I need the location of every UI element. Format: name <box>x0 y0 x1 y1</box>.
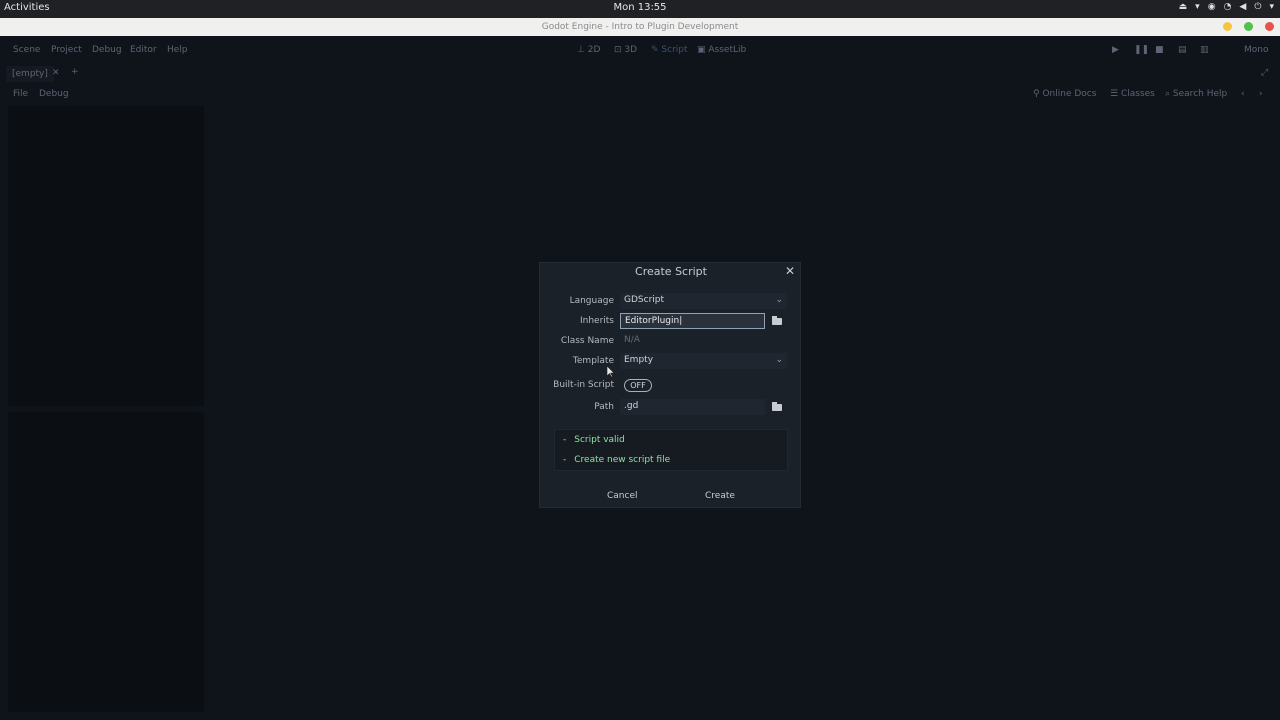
folder-icon[interactable] <box>771 402 783 412</box>
path-input[interactable]: .gd <box>620 399 765 415</box>
link-icon: ⚲ <box>1033 89 1040 99</box>
mono-button[interactable]: Mono <box>1244 45 1268 55</box>
text-caret: | <box>679 316 683 326</box>
classes-button[interactable]: ☰ Classes <box>1110 89 1155 99</box>
menu-bar: Scene Project Debug Editor Help ⊥ 2D ⊡ 3… <box>0 36 1280 64</box>
scene-tab-empty[interactable]: [empty] <box>6 66 54 82</box>
inherits-input[interactable]: EditorPlugin| <box>620 313 765 329</box>
window-title: Godot Engine - Intro to Plugin Developme… <box>541 22 739 32</box>
method-list-panel <box>8 412 204 712</box>
eject-icon[interactable]: ⏏ <box>1179 2 1188 12</box>
volume-icon[interactable]: ◀ <box>1239 2 1246 12</box>
play-scene-icon[interactable]: ▤ <box>1178 45 1187 55</box>
chevron-down-icon: ⌄ <box>775 355 783 365</box>
minimize-button[interactable] <box>1223 22 1232 31</box>
online-docs-button[interactable]: ⚲ Online Docs <box>1033 89 1096 99</box>
class-name-label: Class Name <box>560 336 614 346</box>
status-panel: - Script valid - Create new script file <box>554 429 788 471</box>
history-back-icon[interactable]: ‹ <box>1241 89 1245 99</box>
power-icon[interactable]: ⏻ <box>1254 2 1261 12</box>
script-icon: ✎ <box>651 45 659 55</box>
chevron-down-icon[interactable]: ▾ <box>1269 2 1274 12</box>
path-label: Path <box>594 402 614 412</box>
system-tray: ⏏ ▾ ◉ ◔ ◀ ⏻ ▾ <box>1179 2 1274 12</box>
play-icon[interactable]: ▶ <box>1112 45 1119 55</box>
workspace-assetlib[interactable]: ▣ AssetLib <box>697 45 746 55</box>
script-list-panel <box>8 106 204 406</box>
chrome-icon[interactable]: ◉ <box>1208 2 1216 12</box>
add-tab-icon[interactable]: + <box>71 67 79 77</box>
system-top-bar: Activities Mon 13:55 ⏏ ▾ ◉ ◔ ◀ ⏻ ▾ <box>0 0 1280 18</box>
close-icon[interactable]: ✕ <box>52 68 60 78</box>
menu-help[interactable]: Help <box>167 45 188 55</box>
language-select[interactable]: GDScript ⌄ <box>620 293 787 309</box>
folder-icon[interactable] <box>771 316 783 326</box>
chevron-down-icon: ⌄ <box>775 295 783 305</box>
create-button[interactable]: Create <box>705 491 735 501</box>
search-icon: ⌕ <box>1165 89 1171 99</box>
dialog-title: Create Script <box>635 265 707 278</box>
play-custom-scene-icon[interactable]: ▥ <box>1200 45 1209 55</box>
window-titlebar: Godot Engine - Intro to Plugin Developme… <box>0 18 1280 36</box>
script-menu-debug[interactable]: Debug <box>39 89 69 99</box>
mouse-cursor-icon <box>607 366 614 377</box>
maximize-button[interactable] <box>1244 22 1253 31</box>
bullet-icon: - <box>563 435 567 445</box>
script-menu-file[interactable]: File <box>13 89 28 99</box>
history-forward-icon[interactable]: › <box>1259 89 1263 99</box>
menu-project[interactable]: Project <box>51 45 82 55</box>
workspace-script[interactable]: ✎ Script <box>651 45 688 55</box>
close-icon[interactable]: ✕ <box>785 264 795 278</box>
create-script-dialog: Create Script ✕ Language GDScript ⌄ Inhe… <box>539 262 801 508</box>
class-name-input[interactable]: N/A <box>620 333 787 349</box>
wifi-icon[interactable]: ◔ <box>1224 2 1232 12</box>
cancel-button[interactable]: Cancel <box>607 491 638 501</box>
menu-scene[interactable]: Scene <box>13 45 40 55</box>
2d-icon: ⊥ <box>577 45 585 55</box>
script-editor-toolbar: File Debug ⚲ Online Docs ☰ Classes ⌕ Sea… <box>0 86 1280 104</box>
list-icon: ☰ <box>1110 89 1119 99</box>
3d-icon: ⊡ <box>614 45 622 55</box>
inherits-label: Inherits <box>579 316 614 326</box>
chevron-down-icon[interactable]: ▾ <box>1195 2 1200 12</box>
workspace-3d[interactable]: ⊡ 3D <box>614 45 637 55</box>
scene-tabs: [empty] ✕ + ⤢ <box>0 64 1280 84</box>
template-select[interactable]: Empty ⌄ <box>620 353 787 369</box>
template-label: Template <box>572 356 614 366</box>
status-line: - Script valid <box>563 435 625 445</box>
workspace-2d[interactable]: ⊥ 2D <box>577 45 600 55</box>
builtin-script-label: Built-in Script <box>553 380 614 390</box>
stop-icon[interactable]: ■ <box>1155 45 1164 55</box>
pause-icon[interactable]: ❚❚ <box>1134 45 1149 55</box>
assetlib-icon: ▣ <box>697 45 706 55</box>
menu-debug[interactable]: Debug <box>92 45 122 55</box>
language-label: Language <box>569 296 614 306</box>
distraction-free-icon[interactable]: ⤢ <box>1261 68 1268 78</box>
search-help-button[interactable]: ⌕ Search Help <box>1165 89 1227 99</box>
status-line: - Create new script file <box>563 455 671 465</box>
menu-editor[interactable]: Editor <box>130 45 157 55</box>
bullet-icon: - <box>563 455 567 465</box>
close-window-button[interactable] <box>1265 22 1274 31</box>
builtin-script-toggle[interactable]: OFF <box>624 379 652 392</box>
clock[interactable]: Mon 13:55 <box>0 2 1280 13</box>
